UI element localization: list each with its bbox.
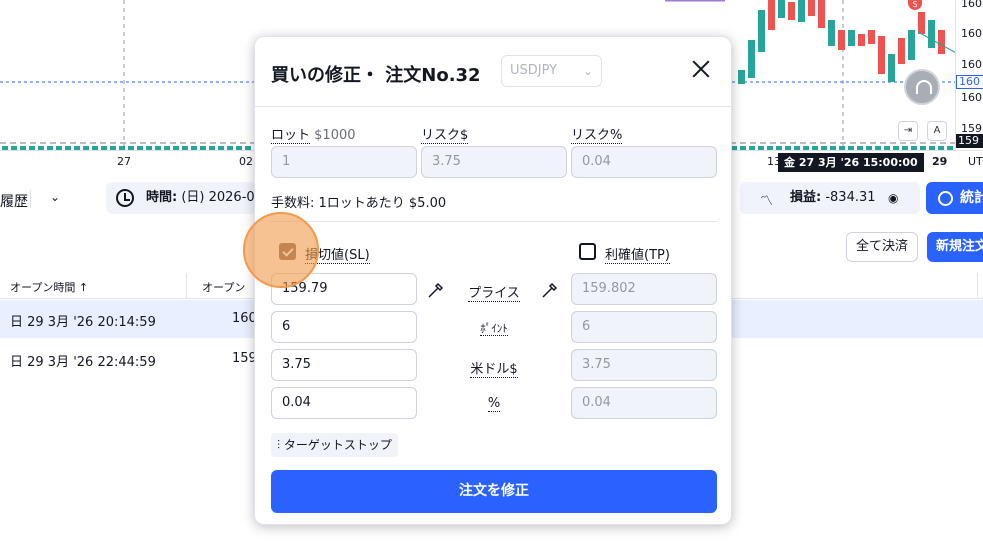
- candle: [858, 34, 865, 46]
- sl-points-field[interactable]: 6: [271, 311, 417, 343]
- price-tick: 160.: [961, 27, 983, 40]
- column-divider[interactable]: [977, 273, 978, 299]
- time-tick: 29: [932, 155, 948, 168]
- risk-percent-label: リスク%: [571, 128, 623, 144]
- close-all-button[interactable]: 全て決済: [846, 232, 918, 262]
- dialog-title: 買いの修正・ 注文No.32: [271, 65, 481, 86]
- candle: [838, 30, 845, 50]
- eyedropper-icon[interactable]: [541, 281, 559, 299]
- candle: [848, 30, 855, 46]
- arrow-toggle-icon[interactable]: ⇥: [898, 121, 918, 141]
- risk-label: リスク$: [421, 128, 469, 144]
- candle: [938, 30, 945, 54]
- crosshair-time-tooltip: 金 27 3月 '26 15:00:00: [778, 153, 924, 172]
- candle: [738, 70, 745, 84]
- time-tick: 02: [239, 155, 253, 168]
- candle: [798, 0, 805, 22]
- sliders-icon: ⫶: [277, 438, 281, 452]
- candle: [928, 20, 935, 48]
- lot-field[interactable]: 1: [271, 146, 417, 178]
- divider: [30, 190, 31, 208]
- points-row-label: ﾎﾟｲﾝﾄ: [480, 322, 508, 336]
- risk-field[interactable]: 3.75: [421, 146, 567, 178]
- symbol-value: USDJPY: [510, 63, 558, 78]
- chevron-down-icon[interactable]: ⌄: [50, 190, 60, 204]
- tp-price-field[interactable]: 159.802: [571, 273, 717, 305]
- candle: [908, 30, 915, 60]
- candle: [918, 12, 925, 34]
- percent-row-label: %: [487, 396, 501, 412]
- modify-order-submit-button[interactable]: 注文を修正: [271, 470, 717, 513]
- lot-label: ロット $1000: [271, 128, 356, 144]
- divider: [255, 106, 733, 107]
- current-price-badge: 160: [956, 75, 983, 89]
- target-stop-button[interactable]: ⫶ ターゲットストップ: [271, 433, 398, 457]
- usd-row-label: 米ドル$: [470, 362, 518, 378]
- eyedropper-icon[interactable]: [427, 281, 445, 299]
- new-order-button[interactable]: 新規注文: [927, 232, 983, 262]
- column-header-open-time[interactable]: オープン時間 ↑: [10, 279, 88, 295]
- candle: [818, 0, 825, 28]
- open-time-cell: 日 29 3月 '26 20:14:59: [10, 315, 156, 330]
- clock-icon: [116, 189, 134, 207]
- modify-order-dialog: 買いの修正・ 注文No.32 USDJPY ⌄ ロット $1000 リスク$ リス…: [254, 36, 733, 525]
- candle: [778, 0, 785, 18]
- candle: [748, 40, 755, 78]
- eye-icon[interactable]: ◉: [888, 191, 898, 205]
- timezone-label[interactable]: UTC: [968, 155, 983, 168]
- candle: [788, 2, 795, 20]
- candle: [888, 54, 895, 82]
- pnl-chart-icon: 〽: [760, 194, 774, 209]
- price-tick: 160.: [961, 91, 983, 104]
- candle: [878, 36, 885, 74]
- candle: [828, 20, 835, 46]
- take-profit-label: 利確値(TP): [605, 248, 670, 264]
- time-value: (日) 2026-0: [181, 190, 255, 205]
- close-icon[interactable]: [689, 57, 713, 81]
- click-highlight: [243, 212, 319, 288]
- commission-text: 手数料: 1ロットあたり $5.00: [271, 196, 447, 211]
- auto-scale-button[interactable]: A: [927, 121, 947, 141]
- time-tick: 27: [117, 155, 131, 168]
- price-row-label: プライス: [468, 286, 520, 302]
- candle: [758, 10, 765, 52]
- candle: [768, 0, 775, 30]
- tp-usd-field[interactable]: 3.75: [571, 349, 717, 381]
- column-header-open-price[interactable]: オープン: [202, 279, 245, 295]
- candle: [898, 38, 905, 64]
- tp-points-field[interactable]: 6: [571, 311, 717, 343]
- risk-percent-field[interactable]: 0.04: [571, 146, 717, 178]
- history-tab[interactable]: 履歴: [0, 191, 28, 211]
- open-time-cell: 日 29 3月 '26 22:44:59: [10, 355, 156, 370]
- price-tick: 160.: [961, 58, 983, 71]
- divider: [271, 221, 717, 222]
- pnl-value: -834.31: [825, 190, 876, 205]
- sl-percent-field[interactable]: 0.04: [271, 387, 417, 419]
- headset-icon[interactable]: [904, 69, 940, 105]
- pie-chart-icon: [938, 191, 953, 206]
- target-stop-label: ターゲットストップ: [283, 438, 392, 452]
- stats-button[interactable]: 統計: [926, 182, 983, 214]
- symbol-select[interactable]: USDJPY ⌄: [501, 55, 602, 87]
- time-label: 時間:: [146, 190, 178, 205]
- take-profit-checkbox[interactable]: [579, 243, 596, 260]
- chevron-down-icon: ⌄: [582, 64, 593, 78]
- tp-percent-field[interactable]: 0.04: [571, 387, 717, 419]
- stats-label: 統計: [960, 190, 983, 206]
- sl-usd-field[interactable]: 3.75: [271, 349, 417, 381]
- candle: [808, 0, 815, 16]
- candle: [868, 30, 875, 44]
- crosshair-price-badge: 159: [956, 134, 983, 148]
- price-tick: 160.: [961, 0, 983, 10]
- pnl-label: 損益:: [790, 190, 822, 205]
- column-divider[interactable]: [186, 273, 187, 299]
